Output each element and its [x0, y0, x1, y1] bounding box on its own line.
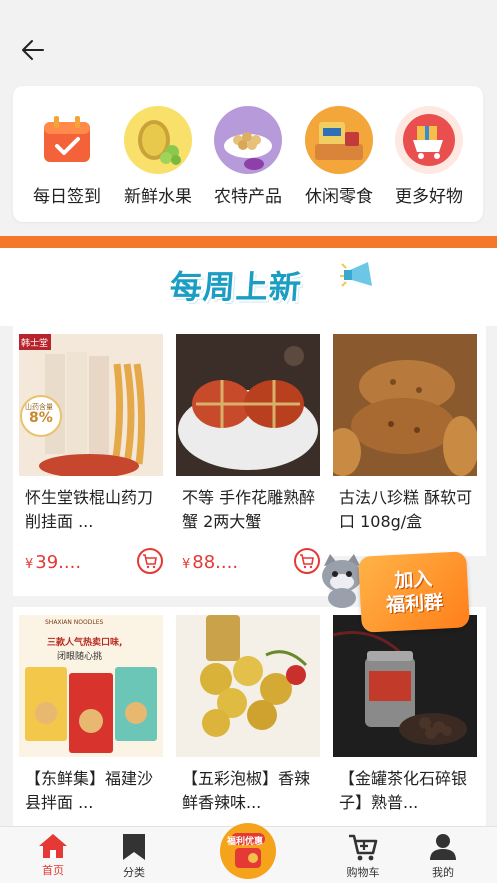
- product-image: [333, 334, 477, 476]
- cart-icon: [143, 554, 157, 569]
- cart-icon: [349, 834, 378, 861]
- category-label: 每日签到: [33, 187, 101, 207]
- image-line2-label: 闭眼随心挑: [57, 652, 103, 662]
- product-price: ¥39....: [25, 552, 81, 573]
- currency-symbol: ¥: [25, 557, 34, 572]
- section-divider: [0, 236, 497, 248]
- tab-label: 购物车: [346, 866, 380, 879]
- category-fresh-fruit[interactable]: 新鲜水果: [112, 106, 204, 210]
- image-line1-label: 三款人气热卖口味,: [47, 638, 123, 648]
- tab-cart[interactable]: 购物车: [328, 833, 398, 883]
- nuts-icon: [214, 106, 282, 174]
- fruit-icon: [124, 106, 192, 174]
- image-top-label: SHAXIAN NOODLES: [45, 619, 104, 626]
- promo-tab-label: 福利优惠: [227, 837, 264, 847]
- product-title: 怀生堂铁棍山药刀削挂面 ...: [25, 488, 154, 531]
- category-label: 新鲜水果: [124, 187, 192, 207]
- category-label: 休闲零食: [305, 187, 373, 207]
- category-more-goods[interactable]: 更多好物: [383, 106, 475, 210]
- category-snacks[interactable]: 休闲零食: [293, 106, 385, 210]
- tab-label: 分类: [123, 866, 145, 879]
- add-to-cart-button[interactable]: [294, 548, 320, 574]
- home-icon: [39, 834, 67, 858]
- category-label: 更多好物: [395, 187, 463, 207]
- product-title: 【金罐茶化石碎银子】熟普...: [339, 769, 468, 812]
- product-title: 【五彩泡椒】香辣鲜香辣味...: [182, 769, 311, 812]
- gift-cart-icon: [395, 106, 463, 174]
- join-welfare-group-badge[interactable]: 加入 福利群: [318, 546, 470, 633]
- product-card[interactable]: 【金罐茶化石碎银子】熟普...: [327, 607, 486, 837]
- category-card: 每日签到 新鲜水果 农特产品 休闲零食 更多好物: [13, 86, 483, 222]
- category-daily-checkin[interactable]: 每日签到: [21, 106, 113, 210]
- tab-label: 我的: [432, 866, 454, 879]
- megaphone-icon: [340, 262, 372, 287]
- product-image: [176, 334, 320, 476]
- calendar-check-icon: [33, 106, 101, 174]
- tab-profile[interactable]: 我的: [408, 833, 478, 883]
- top-bar: [0, 0, 497, 80]
- product-image: [333, 615, 477, 757]
- cart-icon: [300, 554, 314, 569]
- tab-label: 首页: [42, 864, 64, 877]
- product-title: 不等 手作花雕熟醉蟹 2两大蟹: [182, 488, 316, 531]
- back-button[interactable]: [18, 36, 48, 64]
- user-icon: [430, 834, 456, 860]
- weekly-new-banner: 每周上新: [0, 248, 497, 326]
- tab-category[interactable]: 分类: [99, 833, 169, 883]
- product-image: [176, 615, 320, 757]
- image-pct-label: 8%: [29, 410, 53, 426]
- product-price: ¥88....: [182, 552, 238, 573]
- arrow-left-icon: [22, 40, 44, 60]
- category-label: 农特产品: [214, 187, 282, 207]
- product-image: SHAXIAN NOODLES 三款人气热卖口味, 闭眼随心挑: [19, 615, 163, 757]
- product-card[interactable]: SHAXIAN NOODLES 三款人气热卖口味, 闭眼随心挑 【东鲜集】福建沙…: [13, 607, 172, 837]
- product-card[interactable]: 韩士堂 山药含量 8% 怀生堂铁棍山药刀削挂面 ... ¥39....: [13, 326, 172, 596]
- badge-line-1: 加入: [393, 568, 433, 592]
- product-title: 【东鲜集】福建沙县拌面 ...: [25, 769, 154, 812]
- product-image: 韩士堂 山药含量 8%: [19, 334, 163, 476]
- category-local-specialties[interactable]: 农特产品: [202, 106, 294, 210]
- currency-symbol: ¥: [182, 557, 191, 572]
- product-card[interactable]: 不等 手作花雕熟醉蟹 2两大蟹 ¥88....: [170, 326, 329, 596]
- add-to-cart-button[interactable]: [137, 548, 163, 574]
- image-brand-label: 韩士堂: [21, 339, 49, 349]
- product-card[interactable]: 古法八珍糕 酥软可口 108g/盒: [327, 326, 486, 556]
- bottom-tab-bar: 首页 分类 福利优惠 购物车 我的: [0, 823, 497, 883]
- price-value: 88....: [192, 552, 239, 573]
- product-card[interactable]: 【五彩泡椒】香辣鲜香辣味...: [170, 607, 329, 837]
- product-title: 古法八珍糕 酥软可口 108g/盒: [339, 488, 473, 531]
- price-value: 39....: [35, 552, 82, 573]
- tab-welfare-promo[interactable]: 福利优惠: [220, 823, 276, 879]
- tab-home[interactable]: 首页: [18, 833, 88, 883]
- snacks-icon: [305, 106, 373, 174]
- join-group-banner: 加入 福利群: [358, 551, 470, 633]
- welfare-gift-icon: [222, 825, 274, 877]
- banner-title: 每周上新: [168, 268, 304, 306]
- badge-line-2: 福利群: [385, 591, 444, 617]
- bookmark-icon: [123, 834, 145, 860]
